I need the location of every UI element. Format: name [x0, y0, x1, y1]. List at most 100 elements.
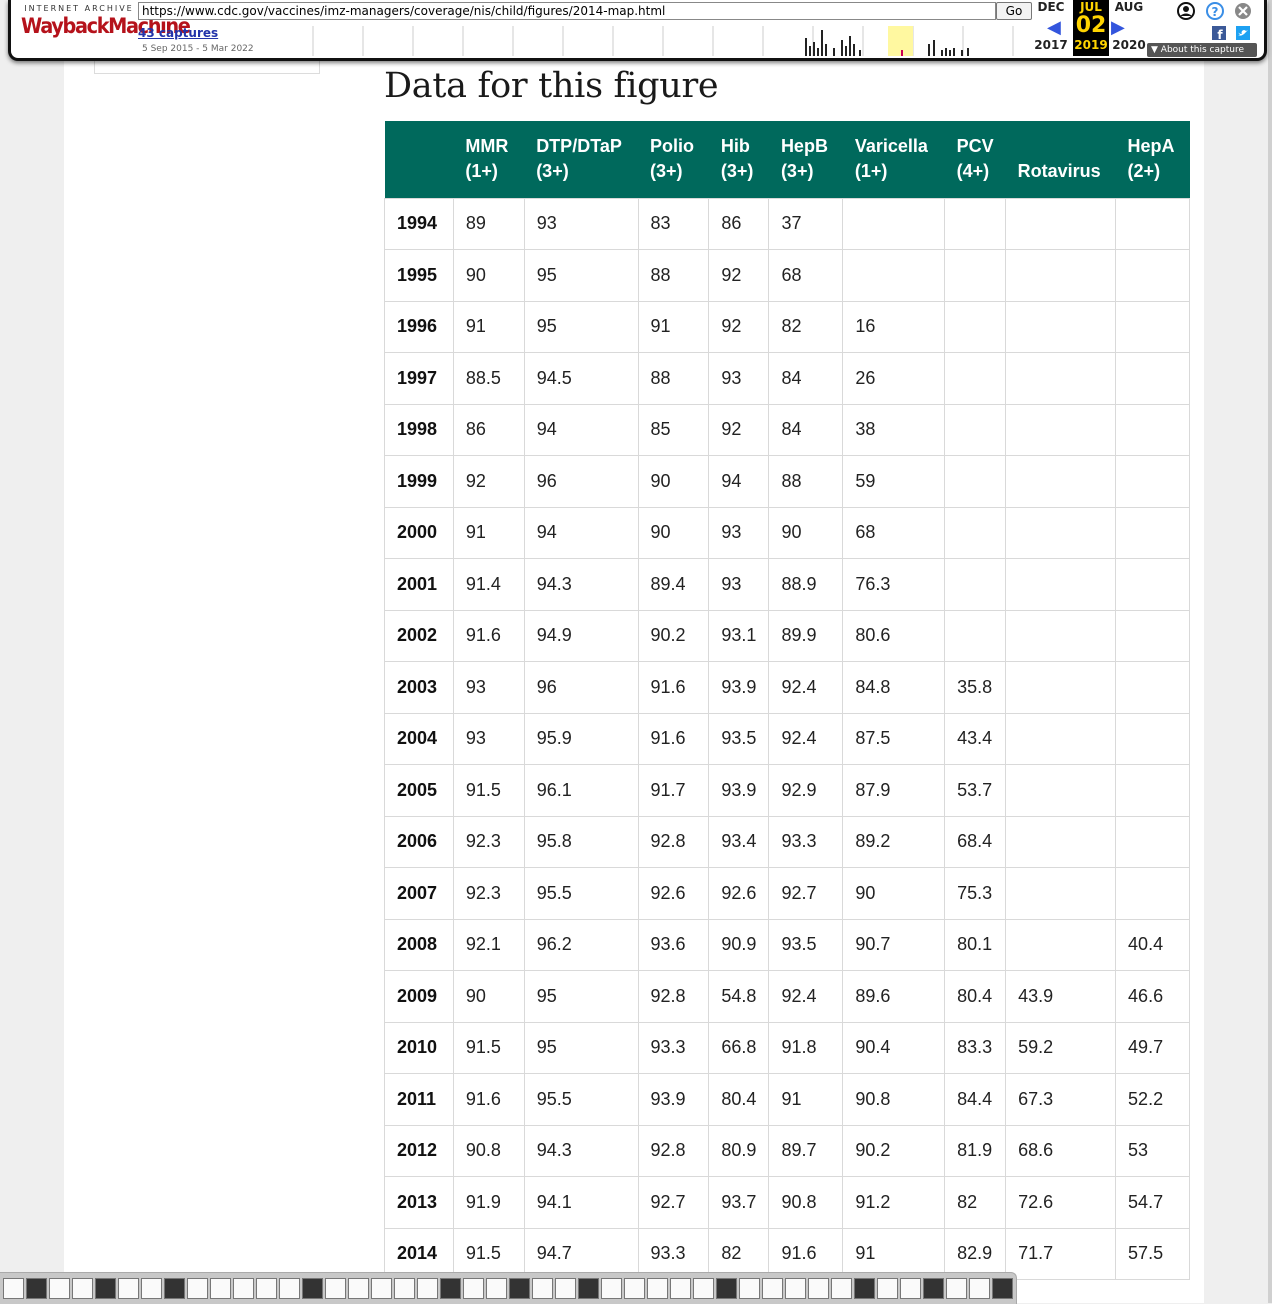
dock-thumbnail[interactable]	[394, 1278, 415, 1299]
table-cell	[1005, 918, 1117, 971]
dock-thumbnail[interactable]	[141, 1278, 162, 1299]
dock-thumbnail[interactable]	[601, 1278, 622, 1299]
captures-sparkline[interactable]	[303, 26, 1023, 56]
dock-thumbnail[interactable]	[693, 1278, 714, 1299]
dock-thumbnail[interactable]	[49, 1278, 70, 1299]
dock-thumbnail[interactable]	[3, 1278, 24, 1299]
table-cell	[1005, 558, 1117, 611]
dock-thumbnail[interactable]	[900, 1278, 921, 1299]
dock-thumbnail[interactable]	[670, 1278, 691, 1299]
table-cell: 94.5	[523, 352, 639, 405]
table-cell: 93	[523, 197, 639, 250]
table-cell: 93.6	[637, 918, 710, 971]
wayback-url-input[interactable]: https://www.cdc.gov/vaccines/imz-manager…	[138, 2, 996, 20]
dock-thumbnail[interactable]	[808, 1278, 829, 1299]
table-cell: 40.4	[1115, 918, 1190, 971]
table-cell: 93.9	[708, 661, 770, 714]
table-cell: 80.9	[708, 1124, 770, 1177]
dock-thumbnail[interactable]	[923, 1278, 944, 1299]
dock-thumbnail[interactable]	[716, 1278, 737, 1299]
capture-date-range: 5 Sep 2015 - 5 Mar 2022	[142, 44, 254, 54]
dock-thumbnail[interactable]	[256, 1278, 277, 1299]
facebook-icon[interactable]: f	[1212, 26, 1226, 42]
dock-thumbnail[interactable]	[325, 1278, 346, 1299]
row-year-cell: 1998	[384, 403, 454, 456]
table-cell	[1115, 712, 1190, 765]
table-cell: 80.6	[842, 609, 946, 662]
table-cell: 90.2	[842, 1124, 946, 1177]
dock-thumbnail[interactable]	[210, 1278, 231, 1299]
table-cell: 95	[523, 249, 639, 302]
about-capture-button[interactable]: ▼ About this capture	[1147, 43, 1257, 57]
wayback-logo[interactable]: INTERNET ARCHIVE WaybackMachine	[21, 4, 191, 52]
dock-thumbnail[interactable]	[164, 1278, 185, 1299]
dock-thumbnail[interactable]	[762, 1278, 783, 1299]
dock-thumbnail[interactable]	[417, 1278, 438, 1299]
dock-thumbnail[interactable]	[118, 1278, 139, 1299]
dock-thumbnail[interactable]	[969, 1278, 990, 1299]
dock-thumbnail[interactable]	[463, 1278, 484, 1299]
dock-thumbnail[interactable]	[279, 1278, 300, 1299]
prev-capture-arrow-icon[interactable]: ◀	[1047, 17, 1061, 38]
table-row: 2007 92.3 95.5 92.6 92.6 92.7 90 75.3	[384, 867, 1190, 920]
calendar-next[interactable]: AUG 2020	[1111, 0, 1147, 56]
dock-thumbnail[interactable]	[831, 1278, 852, 1299]
dock-thumbnail[interactable]	[348, 1278, 369, 1299]
captures-link[interactable]: 43 captures	[138, 26, 218, 40]
dock-thumbnail[interactable]	[992, 1278, 1013, 1299]
table-cell: 90	[452, 249, 525, 302]
dock-thumbnail[interactable]	[95, 1278, 116, 1299]
dock-thumbnail[interactable]	[371, 1278, 392, 1299]
table-cell: 86	[452, 403, 525, 456]
row-year-cell: 2013	[384, 1176, 454, 1229]
dock-thumbnail[interactable]	[509, 1278, 530, 1299]
table-cell: 95.5	[523, 867, 639, 920]
dock-thumbnail[interactable]	[486, 1278, 507, 1299]
table-cell	[944, 249, 1007, 302]
table-cell: 82	[768, 300, 844, 353]
dock-thumbnail[interactable]	[624, 1278, 645, 1299]
help-icon[interactable]: ?	[1206, 2, 1224, 20]
dock-thumbnail[interactable]	[647, 1278, 668, 1299]
dock-thumbnail[interactable]	[440, 1278, 461, 1299]
dock-thumbnail[interactable]	[532, 1278, 553, 1299]
close-icon[interactable]	[1235, 3, 1251, 19]
dock-thumbnail[interactable]	[854, 1278, 875, 1299]
header-hepa: HepA (2+)	[1115, 121, 1190, 198]
dock-thumbnail[interactable]	[233, 1278, 254, 1299]
table-cell: 90.8	[768, 1176, 844, 1229]
table-cell: 59.2	[1005, 1021, 1117, 1074]
dock-thumbnail[interactable]	[302, 1278, 323, 1299]
table-cell	[1005, 455, 1117, 508]
table-cell: 92.4	[768, 661, 844, 714]
table-cell: 92.3	[452, 815, 525, 868]
about-capture-label: About this capture	[1160, 45, 1244, 55]
table-cell: 91.8	[768, 1021, 844, 1074]
table-cell: 96	[523, 455, 639, 508]
dock-thumbnail[interactable]	[578, 1278, 599, 1299]
table-cell: 80.4	[944, 970, 1007, 1023]
dock-thumbnail[interactable]	[555, 1278, 576, 1299]
dock-thumbnail[interactable]	[946, 1278, 967, 1299]
table-cell	[1115, 197, 1190, 250]
table-cell	[1115, 455, 1190, 508]
dock-thumbnail[interactable]	[26, 1278, 47, 1299]
table-cell: 90.7	[842, 918, 946, 971]
table-row: 1995 90 95 88 92 68	[384, 249, 1190, 302]
dock-thumbnail[interactable]	[785, 1278, 806, 1299]
header-rotavirus: Rotavirus	[1005, 121, 1116, 198]
table-cell	[944, 506, 1007, 559]
account-icon[interactable]	[1177, 2, 1195, 20]
table-cell: 93.3	[768, 815, 844, 868]
table-cell	[944, 403, 1007, 456]
twitter-icon[interactable]	[1236, 26, 1250, 40]
table-cell: 93.7	[708, 1176, 770, 1229]
dock-thumbnail[interactable]	[72, 1278, 93, 1299]
dock-thumbnail[interactable]	[877, 1278, 898, 1299]
table-cell: 82	[944, 1176, 1007, 1229]
wayback-go-button[interactable]: Go	[996, 2, 1032, 20]
dock-thumbnail[interactable]	[187, 1278, 208, 1299]
table-cell: 90	[842, 867, 946, 920]
header-pcv: PCV (4+)	[944, 121, 1006, 198]
dock-thumbnail[interactable]	[739, 1278, 760, 1299]
